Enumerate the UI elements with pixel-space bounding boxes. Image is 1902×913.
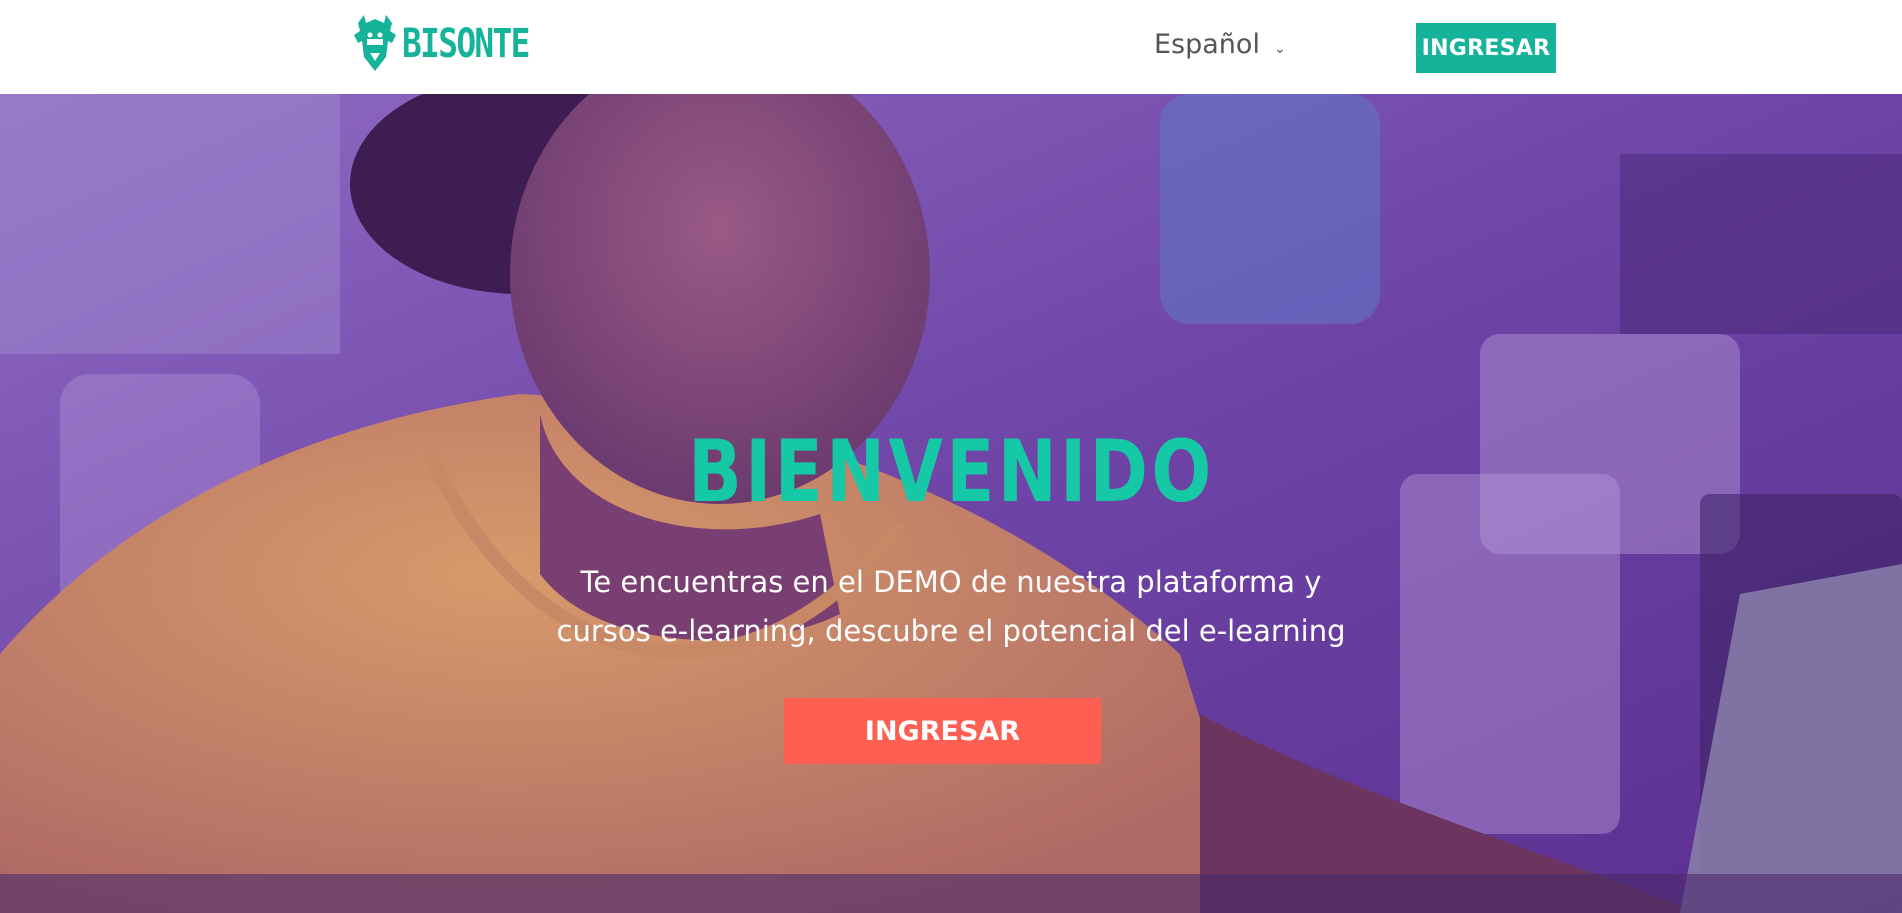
- hero-subtitle-line-2: cursos e-learning, descubre el potencial…: [556, 614, 1346, 648]
- hero-login-button[interactable]: INGRESAR: [784, 698, 1101, 764]
- site-header: BISONTE Español ⌄ INGRESAR: [0, 0, 1902, 94]
- hero-subtitle-line-1: Te encuentras en el DEMO de nuestra plat…: [580, 565, 1322, 599]
- language-selector[interactable]: Español ⌄: [1154, 29, 1286, 60]
- hero-subtitle: Te encuentras en el DEMO de nuestra plat…: [451, 558, 1451, 656]
- chevron-down-icon: ⌄: [1273, 40, 1286, 57]
- hero-title: BIENVENIDO: [688, 422, 1215, 522]
- brand-logo[interactable]: BISONTE: [352, 12, 557, 76]
- hero-section: BIENVENIDO Te encuentras en el DEMO de n…: [0, 94, 1902, 913]
- language-selector-label: Español: [1154, 29, 1260, 60]
- brand-wordmark: BISONTE: [402, 21, 530, 67]
- header-login-button[interactable]: INGRESAR: [1416, 23, 1556, 73]
- bison-head-icon: [354, 15, 396, 71]
